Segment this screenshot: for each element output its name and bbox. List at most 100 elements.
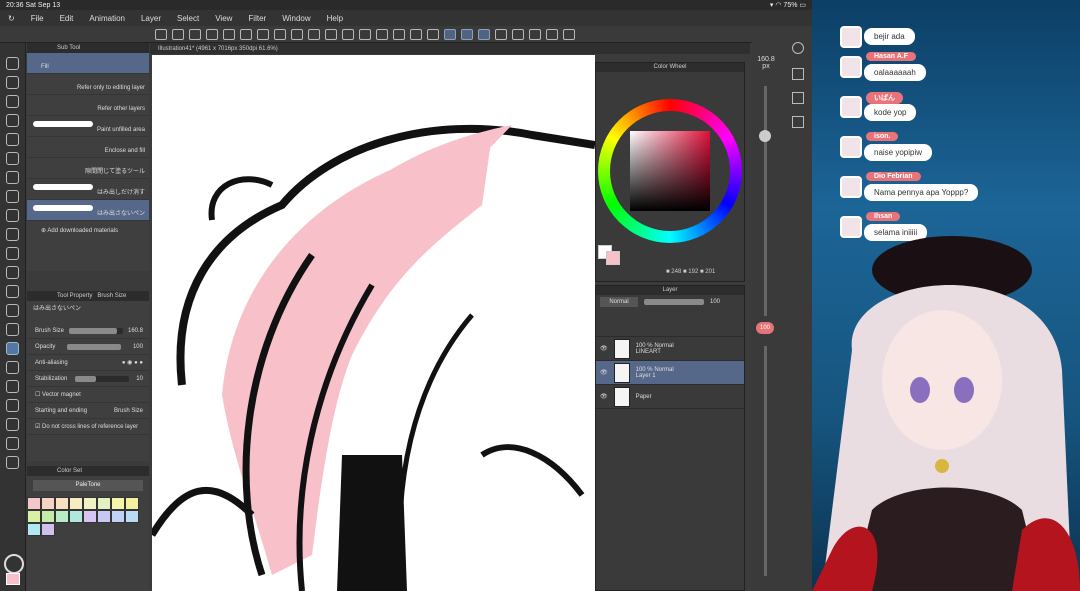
clipboard-icon[interactable] bbox=[563, 28, 575, 40]
stabilization-slider[interactable] bbox=[74, 375, 129, 382]
frame-tool-icon[interactable] bbox=[6, 399, 19, 412]
color-swatch[interactable] bbox=[111, 510, 125, 523]
color-set-dropdown[interactable]: PaleTone bbox=[33, 480, 143, 491]
sub-tool-item[interactable]: はみ出しだけ消す bbox=[27, 179, 149, 200]
menu-icon[interactable] bbox=[155, 28, 167, 40]
transform-icon[interactable] bbox=[376, 28, 388, 40]
airbrush-tool-icon[interactable] bbox=[6, 247, 19, 260]
menu-layer[interactable]: Layer bbox=[133, 14, 169, 23]
saturation-square[interactable] bbox=[630, 131, 710, 211]
layer-row[interactable]: 👁 100 % Normal LINEART bbox=[596, 337, 744, 361]
line-tool-icon[interactable] bbox=[6, 380, 19, 393]
redo-icon[interactable] bbox=[291, 28, 303, 40]
decoration-tool-icon[interactable] bbox=[6, 323, 19, 336]
reset-icon[interactable] bbox=[546, 28, 558, 40]
rotate-canvas-icon[interactable] bbox=[4, 554, 24, 574]
blend-mode-select[interactable]: Normal bbox=[600, 297, 638, 307]
add-materials-button[interactable]: ⊕ Add downloaded materials bbox=[27, 221, 149, 234]
menu-window[interactable]: Window bbox=[274, 14, 318, 23]
color-swatch[interactable] bbox=[27, 523, 41, 536]
sub-tool-item[interactable]: Enclose and fill bbox=[27, 137, 149, 158]
anti-aliasing-row[interactable]: Anti-aliasing ● ◉ ● ● bbox=[27, 355, 149, 371]
rotate-left-icon[interactable] bbox=[512, 28, 524, 40]
opacity-slider[interactable] bbox=[67, 343, 122, 350]
opacity-row[interactable]: Opacity 100 bbox=[27, 339, 149, 355]
snap-icon[interactable] bbox=[427, 28, 439, 40]
print-icon[interactable] bbox=[240, 28, 252, 40]
menu-view[interactable]: View bbox=[207, 14, 240, 23]
zoom-tool-icon[interactable] bbox=[6, 57, 19, 70]
color-swatch[interactable] bbox=[97, 497, 111, 510]
selection-tool-icon[interactable] bbox=[6, 209, 19, 222]
app-logo-icon[interactable]: ↻ bbox=[0, 14, 23, 23]
menu-animation[interactable]: Animation bbox=[81, 14, 133, 23]
fill-tool-icon[interactable] bbox=[6, 342, 19, 355]
color-swatch[interactable] bbox=[27, 497, 41, 510]
gradient-tool-icon[interactable] bbox=[6, 361, 19, 374]
grid-snap-icon[interactable] bbox=[478, 28, 490, 40]
brush-tool-icon[interactable] bbox=[6, 228, 19, 241]
navigator-icon[interactable] bbox=[792, 92, 804, 104]
balloon-tool-icon[interactable] bbox=[6, 456, 19, 469]
eye-icon[interactable]: 👁 bbox=[600, 369, 608, 376]
color-swatch[interactable] bbox=[97, 510, 111, 523]
main-color-swatch[interactable] bbox=[606, 251, 620, 265]
layer-opacity-slider[interactable] bbox=[644, 299, 704, 305]
anti-aliasing-options[interactable]: ● ◉ ● ● bbox=[122, 359, 143, 366]
sparkle-tool-icon[interactable] bbox=[6, 190, 19, 203]
menu-file[interactable]: File bbox=[23, 14, 52, 23]
sub-tool-item[interactable]: 隙間閉じて塗るツール bbox=[27, 158, 149, 179]
sub-tool-item[interactable]: はみ出さないペン bbox=[27, 200, 149, 221]
vector-magnet-row[interactable]: ☐ Vector magnet bbox=[27, 387, 149, 403]
color-swatch[interactable] bbox=[83, 510, 97, 523]
sub-tool-item[interactable]: Paint unfilled area bbox=[27, 116, 149, 137]
fill-icon[interactable] bbox=[342, 28, 354, 40]
document-tab[interactable]: Illustration41* (4961 x 7016px 350dpi 61… bbox=[150, 43, 750, 54]
lasso-tool-icon[interactable] bbox=[6, 95, 19, 108]
sub-tool-tab[interactable]: Sub Tool bbox=[27, 43, 149, 53]
new-canvas-icon[interactable] bbox=[172, 28, 184, 40]
star-panel-icon[interactable] bbox=[792, 68, 804, 80]
color-swatch[interactable] bbox=[55, 497, 69, 510]
quick-access-icon[interactable] bbox=[495, 28, 507, 40]
eye-icon[interactable]: 👁 bbox=[600, 393, 608, 400]
rotate-right-icon[interactable] bbox=[529, 28, 541, 40]
eyedropper-tool-icon[interactable] bbox=[6, 133, 19, 146]
color-set-tab[interactable]: Color Set bbox=[27, 466, 149, 476]
color-swatch[interactable] bbox=[69, 497, 83, 510]
operation-tool-icon[interactable] bbox=[6, 437, 19, 450]
layer-row[interactable]: 👁 100 % Normal Layer 1 bbox=[596, 361, 744, 385]
sub-tool-item[interactable]: Refer other layers bbox=[27, 95, 149, 116]
size-slider-track[interactable] bbox=[764, 86, 767, 316]
brush-size-slider[interactable] bbox=[69, 327, 123, 334]
brush-size-tab[interactable]: Brush Size bbox=[97, 293, 126, 299]
pen-tool-icon[interactable] bbox=[6, 152, 19, 165]
deselect-icon[interactable] bbox=[393, 28, 405, 40]
sub-tool-item[interactable]: Fill bbox=[27, 53, 149, 74]
color-swatch[interactable] bbox=[27, 510, 41, 523]
search-icon[interactable] bbox=[792, 42, 804, 54]
brush-size-row[interactable]: Brush Size 160.8 bbox=[27, 323, 149, 339]
starting-ending-row[interactable]: Starting and ending Brush Size bbox=[27, 403, 149, 419]
color-swatch[interactable] bbox=[125, 497, 139, 510]
settings-icon[interactable] bbox=[257, 28, 269, 40]
layer-property-icon[interactable] bbox=[792, 116, 804, 128]
color-swatch[interactable] bbox=[41, 523, 55, 536]
layer-row[interactable]: 👁 Paper bbox=[596, 385, 744, 409]
eraser-tool-icon[interactable] bbox=[6, 285, 19, 298]
color-swatch[interactable] bbox=[83, 497, 97, 510]
sub-tool-item[interactable]: Refer only to editing layer bbox=[27, 74, 149, 95]
starting-ending-value[interactable]: Brush Size bbox=[114, 408, 143, 414]
invert-icon[interactable] bbox=[410, 28, 422, 40]
opacity-slider-track[interactable] bbox=[764, 346, 767, 576]
loading-icon[interactable] bbox=[308, 28, 320, 40]
drawing-canvas[interactable] bbox=[152, 55, 595, 591]
main-color-chip[interactable] bbox=[6, 573, 20, 585]
color-swatch[interactable] bbox=[125, 510, 139, 523]
color-swatch[interactable] bbox=[111, 497, 125, 510]
size-slider-knob[interactable] bbox=[759, 130, 771, 142]
no-cross-row[interactable]: ☑ Do not cross lines of reference layer bbox=[27, 419, 149, 435]
color-blend-tool-icon[interactable] bbox=[6, 304, 19, 317]
open-icon[interactable] bbox=[189, 28, 201, 40]
tool-property-tab[interactable]: Tool Property bbox=[57, 293, 92, 299]
